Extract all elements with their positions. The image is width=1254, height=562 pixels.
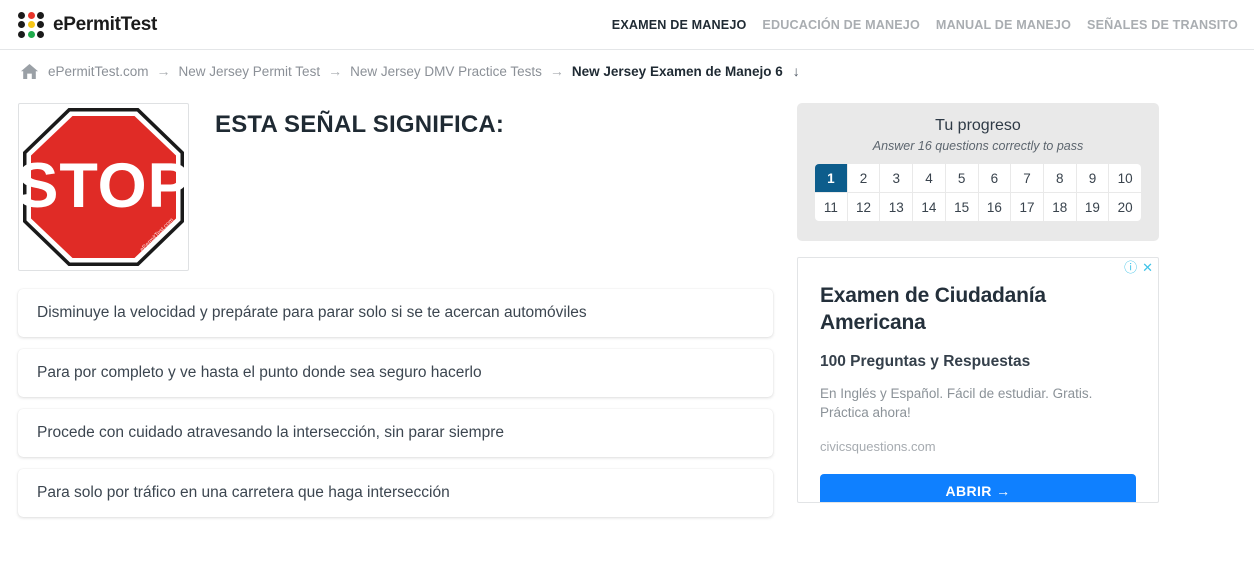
question-cell-7[interactable]: 7 [1011,164,1043,192]
question-cell-10[interactable]: 10 [1109,164,1141,192]
question-cell-6[interactable]: 6 [978,164,1011,192]
answer-option-1[interactable]: Disminuye la velocidad y prepárate para … [18,289,773,337]
breadcrumb-item-home[interactable]: ePermitTest.com [48,64,149,79]
logo-dot [37,11,44,19]
breadcrumb: ePermitTest.com → New Jersey Permit Test… [0,50,1254,92]
breadcrumb-expand-down-icon[interactable]: ↓ [793,63,800,79]
question-title: ESTA SEÑAL SIGNIFICA: [215,111,505,138]
progress-subtitle: Answer 16 questions correctly to pass [872,139,1084,153]
answer-option-3[interactable]: Procede con cuidado atravesando la inter… [18,409,773,457]
progress-panel: Tu progreso Answer 16 questions correctl… [797,103,1159,241]
question-column: STOP ePermitTest.com ESTA SEÑAL SIGNIFIC… [18,92,773,517]
ad-headline[interactable]: Examen de Ciudadanía Americana [820,282,1136,337]
question-cell-13[interactable]: 13 [880,193,913,221]
site-logo[interactable]: ePermitTest [18,11,158,38]
progress-title: Tu progreso [935,117,1021,134]
question-cell-11[interactable]: 11 [815,193,847,221]
nav-item-manual-de-manejo[interactable]: MANUAL DE MANEJO [936,18,1071,32]
main-navigation: EXAMEN DE MANEJO EDUCACIÓN DE MANEJO MAN… [612,0,1238,50]
logo-dot [37,21,44,28]
breadcrumb-separator-icon: → [328,63,343,79]
breadcrumb-item-permit-test[interactable]: New Jersey Permit Test [179,64,321,79]
site-header: ePermitTest EXAMEN DE MANEJO EDUCACIÓN D… [0,0,1254,50]
ad-description: En Inglés y Español. Fácil de estudiar. … [820,385,1093,421]
breadcrumb-item-current: New Jersey Examen de Manejo 6 [571,63,783,79]
question-cell-19[interactable]: 19 [1076,193,1109,221]
sidebar-column: Tu progreso Answer 16 questions correctl… [797,92,1159,503]
svg-text:STOP: STOP [19,151,188,221]
logo-text: ePermitTest [53,13,158,35]
question-cell-3[interactable]: 3 [880,164,913,192]
advertisement-panel: ⓘ ✕ Examen de Ciudadanía Americana 100 P… [797,257,1159,503]
question-cell-2[interactable]: 2 [847,164,880,192]
breadcrumb-separator-icon: → [156,63,171,79]
question-cell-14[interactable]: 14 [913,193,945,221]
breadcrumb-item-practice-tests[interactable]: New Jersey DMV Practice Tests [350,64,542,79]
answer-options-list: Disminuye la velocidad y prepárate para … [18,289,773,517]
ad-subheadline: 100 Preguntas y Respuestas [820,352,1031,370]
question-cell-1[interactable]: 1 [815,164,847,192]
logo-dot [18,21,25,28]
question-cell-17[interactable]: 17 [1011,193,1043,221]
question-cell-8[interactable]: 8 [1043,164,1076,192]
answer-option-4[interactable]: Para solo por tráfico en una carretera q… [18,469,773,517]
question-cell-18[interactable]: 18 [1043,193,1076,221]
ad-cta-button[interactable]: ABRIR → [820,474,1136,502]
logo-dot [37,30,44,38]
logo-dot-green [27,30,35,38]
nav-item-senales-de-transito[interactable]: SEÑALES DE TRANSITO [1087,18,1238,32]
answer-option-2[interactable]: Para por completo y ve hasta el punto do… [18,349,773,397]
question-cell-5[interactable]: 5 [945,164,978,192]
ad-content: Examen de Ciudadanía Americana 100 Pregu… [798,258,1158,454]
nav-item-examen-de-manejo[interactable]: EXAMEN DE MANEJO [612,18,747,32]
logo-dot-yellow [27,21,35,28]
ad-controls: ⓘ ✕ [1124,261,1153,274]
logo-dot-red [27,11,35,19]
question-header: STOP ePermitTest.com ESTA SEÑAL SIGNIFIC… [18,92,773,271]
question-number-grid: 1 2 3 4 5 6 7 8 9 10 11 12 13 14 15 16 1… [815,164,1141,221]
adchoices-info-icon[interactable]: ⓘ [1124,261,1137,274]
home-icon[interactable] [18,61,40,81]
question-cell-9[interactable]: 9 [1076,164,1109,192]
question-cell-15[interactable]: 15 [945,193,978,221]
logo-dot [18,30,25,38]
traffic-light-dots-icon [18,11,44,38]
ad-display-url: civicsquestions.com [820,438,936,454]
breadcrumb-separator-icon: → [549,63,564,79]
question-cell-16[interactable]: 16 [978,193,1011,221]
question-cell-20[interactable]: 20 [1109,193,1141,221]
logo-dot [18,11,25,19]
nav-item-educacion-de-manejo[interactable]: EDUCACIÓN DE MANEJO [762,18,920,32]
road-sign-image: STOP ePermitTest.com [18,103,189,271]
question-cell-4[interactable]: 4 [913,164,945,192]
ad-close-icon[interactable]: ✕ [1142,261,1153,274]
question-cell-12[interactable]: 12 [847,193,880,221]
page-body: STOP ePermitTest.com ESTA SEÑAL SIGNIFIC… [0,92,1254,517]
